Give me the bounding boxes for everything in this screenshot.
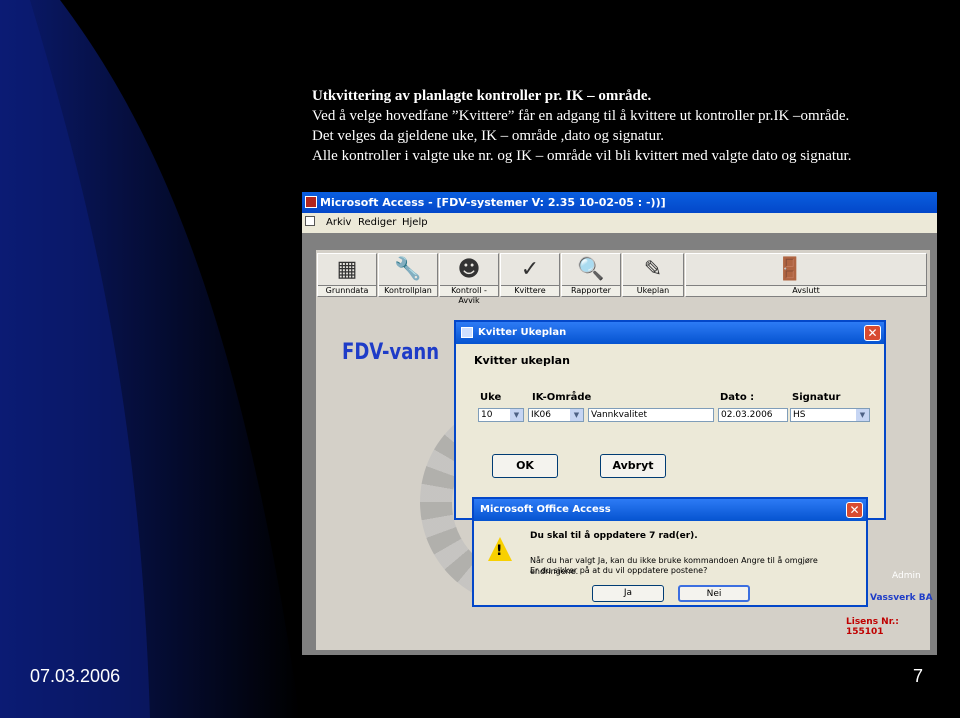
person-icon: ☻ <box>457 257 481 282</box>
slide-date: 07.03.2006 <box>30 666 121 686</box>
menu-arkiv[interactable]: Arkiv <box>326 217 351 228</box>
cancel-button[interactable]: Avbryt <box>600 454 666 478</box>
toolbar-label: Kontroll - Avvik <box>440 285 498 305</box>
dialog-titlebar: Microsoft Office Access ✕ <box>474 499 866 521</box>
form-icon <box>305 216 315 226</box>
signatur-select[interactable]: HS ▼ <box>790 408 870 422</box>
access-app-icon <box>305 196 317 208</box>
slide-page-number: 7 <box>913 666 924 686</box>
toolbar-rapporter-button[interactable]: 🔍 Rapporter <box>561 253 621 297</box>
warning-exclamation-icon: ! <box>496 543 503 559</box>
window-title: Microsoft Access - [FDV-systemer V: 2.35… <box>320 196 666 209</box>
wrench-icon: 🔧 <box>394 257 422 282</box>
menu-rediger[interactable]: Rediger <box>358 217 396 228</box>
dialog-titlebar: Kvitter Ukeplan ✕ <box>456 322 884 344</box>
toolbar-ukeplan-button[interactable]: ✎ Ukeplan <box>622 253 684 297</box>
no-button[interactable]: Nei <box>678 585 750 602</box>
dialog-title: Kvitter Ukeplan <box>478 327 567 338</box>
caption-line: Alle kontroller i valgte uke nr. og IK –… <box>312 148 852 164</box>
chevron-down-icon[interactable]: ▼ <box>570 409 583 421</box>
confirm-update-dialog: Microsoft Office Access ✕ ! Du skal til … <box>472 497 868 607</box>
window-titlebar: Microsoft Access - [FDV-systemer V: 2.35… <box>302 192 937 213</box>
kvitter-ukeplan-dialog: Kvitter Ukeplan ✕ Kvitter ukeplan Uke IK… <box>454 320 886 520</box>
dato-label: Dato : <box>720 392 755 403</box>
confirm-question: Er du sikker på at du vil oppdatere post… <box>530 566 708 575</box>
close-icon[interactable]: ✕ <box>864 325 881 341</box>
toolbar-kontrollplan-button[interactable]: 🔧 Kontrollplan <box>378 253 438 297</box>
dialog-heading: Kvitter ukeplan <box>474 354 570 367</box>
dato-field[interactable]: 02.03.2006 <box>718 408 788 422</box>
database-icon: ▦ <box>336 257 358 282</box>
dialog-title: Microsoft Office Access <box>480 504 611 515</box>
ok-button[interactable]: OK <box>492 454 558 478</box>
company-label: Vassverk BA <box>870 593 933 603</box>
ik-code-value: IK06 <box>531 410 552 420</box>
toolbar-kvittere-button[interactable]: ✓ Kvittere <box>500 253 560 297</box>
chevron-down-icon[interactable]: ▼ <box>510 409 523 421</box>
toolbar-grunndata-button[interactable]: ▦ Grunndata <box>317 253 377 297</box>
menu-hjelp[interactable]: Hjelp <box>402 217 428 228</box>
ik-omrade-label: IK-Område <box>532 392 592 403</box>
license-label: Lisens Nr.: 155101 <box>846 617 899 637</box>
caption-line: Det velges da gjeldene uke, IK – område … <box>312 128 664 144</box>
yes-button[interactable]: Ja <box>592 585 664 602</box>
exit-door-icon: 🚪 <box>776 257 804 282</box>
signatur-label: Signatur <box>792 392 841 403</box>
slide-caption: Utkvittering av planlagte kontroller pr.… <box>312 86 851 166</box>
slide-title: Utkvittering av planlagte kontroller pr.… <box>312 88 652 104</box>
menu-bar: Arkiv Rediger Hjelp <box>302 213 937 233</box>
toolbar-label: Rapporter <box>562 285 620 296</box>
uke-label: Uke <box>480 392 502 403</box>
brand-logo-text: FDV-vann <box>342 340 440 365</box>
ik-name-field[interactable]: Vannkvalitet <box>588 408 714 422</box>
ik-omrade-select[interactable]: IK06 ▼ <box>528 408 584 422</box>
checkmark-icon: ✓ <box>520 257 540 282</box>
confirm-message: Du skal til å oppdatere 7 rad(er). <box>530 531 698 541</box>
chevron-down-icon[interactable]: ▼ <box>856 409 869 421</box>
form-icon <box>461 327 473 338</box>
toolbar-label: Avslutt <box>686 285 926 296</box>
close-icon[interactable]: ✕ <box>846 502 863 518</box>
toolbar-kontroll-avvik-button[interactable]: ☻ Kontroll - Avvik <box>439 253 499 305</box>
toolbar-avslutt-button[interactable]: 🚪 Avslutt <box>685 253 927 297</box>
dato-value: 02.03.2006 <box>721 410 773 420</box>
user-label: Admin <box>892 571 921 581</box>
uke-value: 10 <box>481 410 493 420</box>
toolbar-label: Kontrollplan <box>379 285 437 296</box>
report-magnifier-icon: 🔍 <box>577 257 605 282</box>
toolbar-label: Grunndata <box>318 285 376 296</box>
ik-name-value: Vannkvalitet <box>591 410 648 420</box>
uke-select[interactable]: 10 ▼ <box>478 408 524 422</box>
toolbar-label: Kvittere <box>501 285 559 296</box>
caption-line: Ved å velge hovedfane ”Kvittere” får en … <box>312 108 850 124</box>
access-screenshot: Microsoft Access - [FDV-systemer V: 2.35… <box>302 192 937 655</box>
toolbar-label: Ukeplan <box>623 285 683 296</box>
notepad-icon: ✎ <box>643 257 663 282</box>
signatur-value: HS <box>793 410 806 420</box>
